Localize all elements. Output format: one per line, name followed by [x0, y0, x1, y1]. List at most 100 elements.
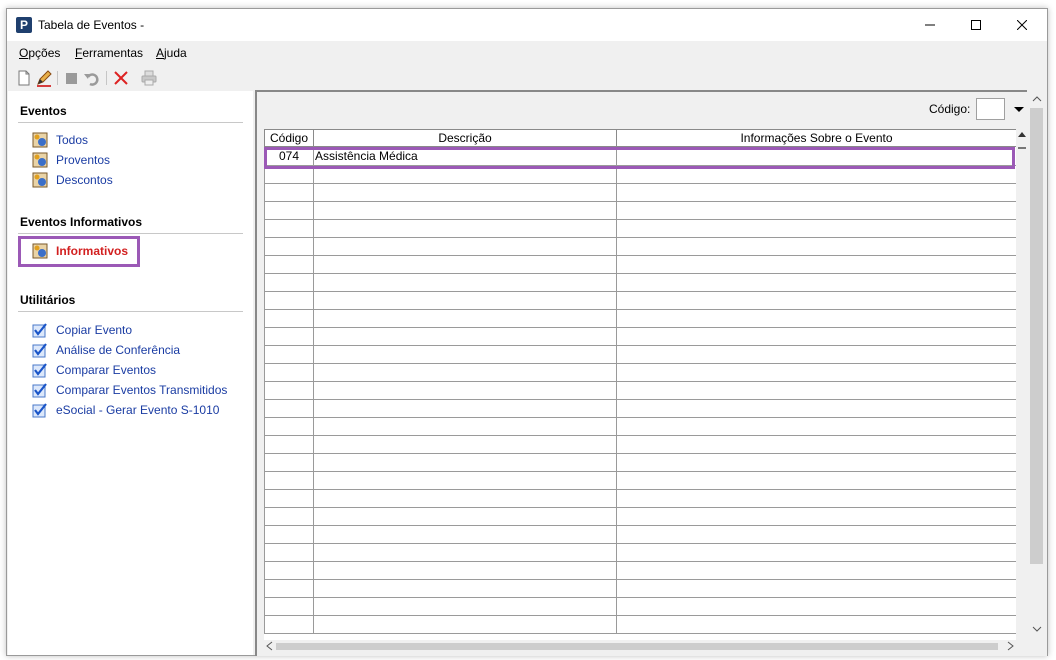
- table-row[interactable]: [264, 382, 1016, 400]
- cell-descricao[interactable]: [313, 328, 617, 346]
- print-icon[interactable]: [140, 69, 158, 87]
- table-row[interactable]: [264, 598, 1016, 616]
- table-row[interactable]: [264, 364, 1016, 382]
- cell-codigo[interactable]: [264, 544, 314, 562]
- table-row[interactable]: [264, 274, 1016, 292]
- cell-codigo[interactable]: [264, 436, 314, 454]
- cell-informacoes[interactable]: [616, 202, 1016, 220]
- cell-descricao[interactable]: [313, 310, 617, 328]
- cell-codigo[interactable]: [264, 580, 314, 598]
- scroll-thumb[interactable]: [1030, 108, 1043, 564]
- cell-codigo[interactable]: [264, 508, 314, 526]
- codigo-input[interactable]: [976, 98, 1005, 120]
- cell-informacoes[interactable]: [616, 400, 1016, 418]
- cell-informacoes[interactable]: [616, 292, 1016, 310]
- table-row[interactable]: [264, 238, 1016, 256]
- cell-descricao[interactable]: [313, 598, 617, 616]
- cell-descricao[interactable]: [313, 508, 617, 526]
- new-document-icon[interactable]: [15, 69, 33, 87]
- scroll-thumb[interactable]: [1018, 147, 1026, 149]
- cell-codigo[interactable]: [264, 292, 314, 310]
- delete-x-icon[interactable]: [112, 69, 130, 87]
- cell-codigo[interactable]: [264, 616, 314, 634]
- cell-codigo[interactable]: [264, 238, 314, 256]
- menu-ajuda[interactable]: Ajuda: [156, 46, 187, 60]
- cell-descricao[interactable]: [313, 184, 617, 202]
- cell-descricao[interactable]: [313, 436, 617, 454]
- cell-descricao[interactable]: [313, 220, 617, 238]
- table-row[interactable]: [264, 220, 1016, 238]
- panel-vertical-scrollbar[interactable]: [1027, 92, 1047, 656]
- maximize-button[interactable]: [953, 9, 999, 41]
- table-row[interactable]: [264, 328, 1016, 346]
- cell-descricao[interactable]: [313, 562, 617, 580]
- table-row[interactable]: [264, 526, 1016, 544]
- cell-informacoes[interactable]: [616, 256, 1016, 274]
- cell-codigo[interactable]: [264, 562, 314, 580]
- stop-icon[interactable]: [62, 69, 80, 87]
- cell-descricao[interactable]: [313, 526, 617, 544]
- cell-codigo[interactable]: [264, 328, 314, 346]
- grid-horizontal-scrollbar[interactable]: [264, 640, 1016, 652]
- table-row[interactable]: [264, 184, 1016, 202]
- cell-descricao[interactable]: [313, 382, 617, 400]
- cell-informacoes[interactable]: [616, 544, 1016, 562]
- cell-descricao[interactable]: [313, 292, 617, 310]
- cell-informacoes[interactable]: [616, 238, 1016, 256]
- table-row[interactable]: [264, 508, 1016, 526]
- close-button[interactable]: [999, 9, 1045, 41]
- menu-opcoes[interactable]: Opções: [19, 46, 60, 60]
- cell-descricao[interactable]: [313, 490, 617, 508]
- cell-codigo[interactable]: [264, 418, 314, 436]
- column-header-descricao[interactable]: Descrição: [313, 130, 617, 147]
- cell-codigo[interactable]: [264, 526, 314, 544]
- table-row[interactable]: [264, 346, 1016, 364]
- table-row[interactable]: [264, 562, 1016, 580]
- table-row[interactable]: [264, 616, 1016, 634]
- table-row[interactable]: [264, 202, 1016, 220]
- cell-informacoes[interactable]: [616, 616, 1016, 634]
- cell-descricao[interactable]: [313, 238, 617, 256]
- cell-descricao[interactable]: [313, 616, 617, 634]
- cell-informacoes[interactable]: [616, 580, 1016, 598]
- table-row[interactable]: [264, 490, 1016, 508]
- cell-informacoes[interactable]: [616, 346, 1016, 364]
- codigo-dropdown-button[interactable]: [1009, 98, 1029, 120]
- undo-icon[interactable]: [83, 69, 101, 87]
- table-row[interactable]: [264, 292, 1016, 310]
- cell-codigo[interactable]: [264, 598, 314, 616]
- cell-codigo[interactable]: [264, 274, 314, 292]
- cell-descricao[interactable]: [313, 544, 617, 562]
- cell-informacoes[interactable]: [616, 472, 1016, 490]
- table-row[interactable]: [264, 454, 1016, 472]
- cell-informacoes[interactable]: [616, 220, 1016, 238]
- table-row[interactable]: [264, 418, 1016, 436]
- cell-codigo[interactable]: [264, 454, 314, 472]
- cell-informacoes[interactable]: [616, 526, 1016, 544]
- cell-codigo[interactable]: [264, 472, 314, 490]
- scroll-thumb[interactable]: [276, 643, 998, 650]
- cell-descricao[interactable]: [313, 580, 617, 598]
- cell-informacoes[interactable]: [616, 562, 1016, 580]
- cell-informacoes[interactable]: [616, 598, 1016, 616]
- column-header-informacoes[interactable]: Informações Sobre o Evento: [616, 130, 1016, 147]
- cell-informacoes[interactable]: [616, 328, 1016, 346]
- cell-descricao[interactable]: [313, 400, 617, 418]
- menu-ferramentas[interactable]: Ferramentas: [75, 46, 143, 60]
- cell-informacoes[interactable]: [616, 310, 1016, 328]
- cell-descricao[interactable]: [313, 202, 617, 220]
- cell-informacoes[interactable]: [616, 274, 1016, 292]
- cell-codigo[interactable]: [264, 400, 314, 418]
- cell-informacoes[interactable]: [616, 490, 1016, 508]
- cell-codigo[interactable]: [264, 220, 314, 238]
- cell-codigo[interactable]: [264, 382, 314, 400]
- cell-codigo[interactable]: [264, 184, 314, 202]
- cell-informacoes[interactable]: [616, 184, 1016, 202]
- cell-codigo[interactable]: [264, 310, 314, 328]
- cell-descricao[interactable]: [313, 418, 617, 436]
- cell-codigo[interactable]: [264, 364, 314, 382]
- cell-descricao[interactable]: [313, 472, 617, 490]
- cell-informacoes[interactable]: [616, 364, 1016, 382]
- cell-descricao[interactable]: [313, 364, 617, 382]
- cell-codigo[interactable]: [264, 490, 314, 508]
